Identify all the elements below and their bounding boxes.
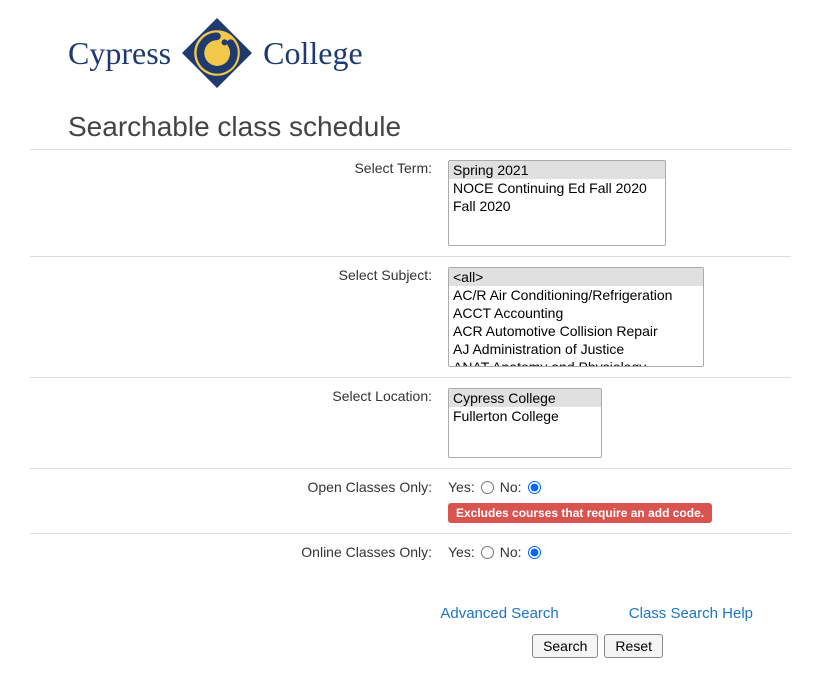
open-no-label: No: [500,479,522,495]
page-title: Searchable class schedule [68,111,791,143]
online-no-radio[interactable] [528,546,541,559]
open-no-radio[interactable] [528,481,541,494]
location-label: Select Location: [30,378,440,469]
page-container: Cypress College Searchable class schedul… [0,0,821,688]
online-no-label: No: [500,544,522,560]
open-yes-radio[interactable] [481,481,494,494]
college-logo: Cypress College [68,15,791,91]
subject-label: Select Subject: [30,257,440,378]
advanced-search-link[interactable]: Advanced Search [440,605,558,622]
subject-select[interactable]: <all>AC/R Air Conditioning/Refrigeration… [448,267,704,367]
logo-text-right: College [263,35,363,72]
open-classes-note: Excludes courses that require an add cod… [448,503,712,523]
reset-button[interactable]: Reset [604,634,663,658]
open-yes-label: Yes: [448,479,475,495]
links-row: Advanced Search Class Search Help [30,605,753,622]
search-form: Select Term: Spring 2021NOCE Continuing … [30,149,791,570]
location-select[interactable]: Cypress CollegeFullerton College [448,388,602,458]
search-button[interactable]: Search [532,634,598,658]
open-classes-label: Open Classes Only: [30,469,440,534]
online-yes-radio[interactable] [481,546,494,559]
term-select[interactable]: Spring 2021NOCE Continuing Ed Fall 2020F… [448,160,666,246]
online-classes-label: Online Classes Only: [30,534,440,571]
logo-text-left: Cypress [68,35,171,72]
class-search-help-link[interactable]: Class Search Help [629,605,753,622]
online-yes-label: Yes: [448,544,475,560]
college-emblem-icon [179,15,255,91]
button-row: Search Reset [30,634,663,658]
term-label: Select Term: [30,150,440,257]
